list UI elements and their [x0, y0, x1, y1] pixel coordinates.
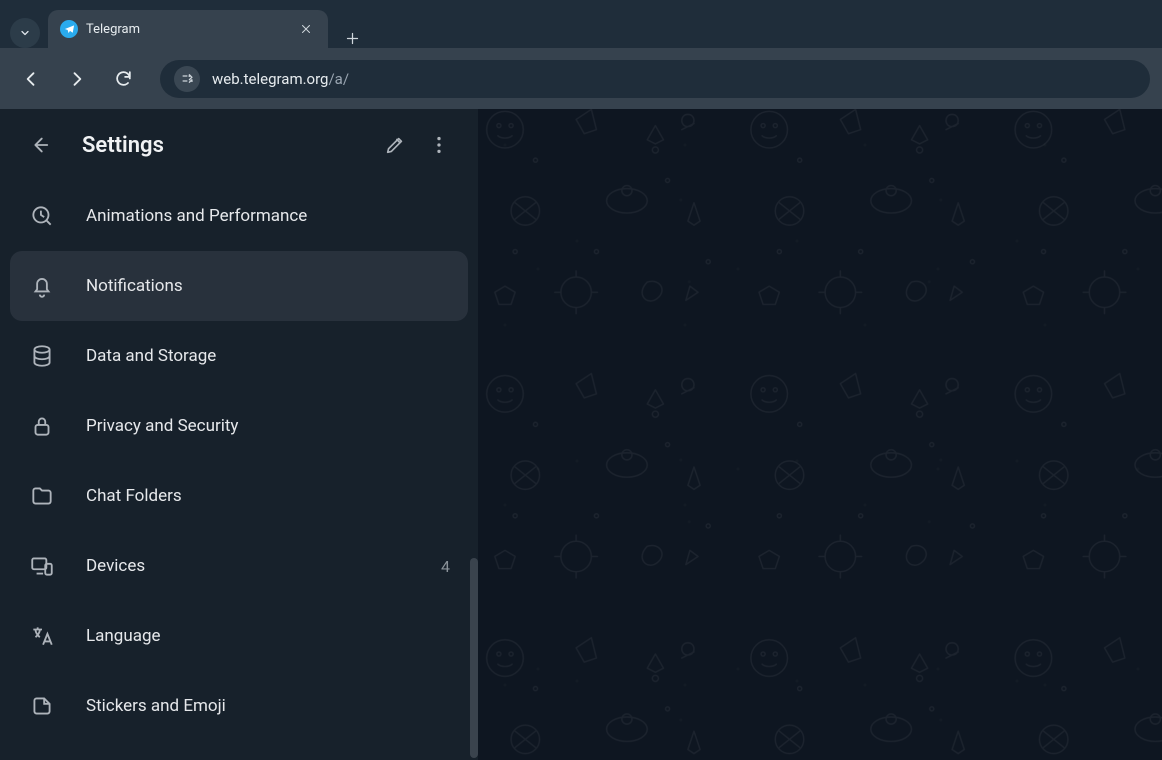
- settings-item-folders[interactable]: Chat Folders: [10, 461, 468, 531]
- chat-background: [478, 109, 1162, 760]
- tab-search-dropdown[interactable]: [10, 18, 40, 48]
- settings-item-language[interactable]: Language: [10, 601, 468, 671]
- devices-count-badge: 4: [441, 557, 450, 576]
- settings-item-label: Devices: [86, 556, 441, 576]
- url-text: web.telegram.org/a/: [212, 70, 349, 88]
- browser-reload-button[interactable]: [104, 60, 142, 98]
- more-button[interactable]: [418, 124, 460, 166]
- settings-item-animations[interactable]: Animations and Performance: [10, 181, 468, 251]
- lock-icon: [28, 413, 56, 439]
- settings-item-label: Notifications: [86, 276, 450, 296]
- tab-close-button[interactable]: [296, 19, 316, 39]
- back-button[interactable]: [18, 124, 60, 166]
- telegram-favicon-icon: [60, 20, 78, 38]
- language-icon: [28, 623, 56, 649]
- settings-item-data-storage[interactable]: Data and Storage: [10, 321, 468, 391]
- edit-button[interactable]: [374, 124, 416, 166]
- settings-sidebar: Settings Animations and Performance: [0, 109, 478, 760]
- settings-list: Animations and Performance Notifications…: [0, 181, 478, 760]
- settings-item-notifications[interactable]: Notifications: [10, 251, 468, 321]
- sticker-icon: [28, 693, 56, 719]
- settings-item-label: Language: [86, 626, 450, 646]
- tab-bar: Telegram: [0, 0, 1162, 48]
- speed-icon: [28, 203, 56, 229]
- browser-tab[interactable]: Telegram: [48, 10, 328, 48]
- browser-forward-button[interactable]: [58, 60, 96, 98]
- settings-item-label: Privacy and Security: [86, 416, 450, 436]
- storage-icon: [28, 343, 56, 369]
- settings-item-label: Animations and Performance: [86, 206, 450, 226]
- bell-icon: [28, 273, 56, 299]
- folder-icon: [28, 483, 56, 509]
- settings-item-label: Data and Storage: [86, 346, 450, 366]
- url-path: /a/: [328, 70, 349, 88]
- new-tab-button[interactable]: [342, 28, 362, 48]
- telegram-app: Settings Animations and Performance: [0, 109, 1162, 760]
- doodle-pattern: [478, 109, 1162, 760]
- settings-item-label: Chat Folders: [86, 486, 450, 506]
- browser-chrome: Telegram web.telegram.org/a/: [0, 0, 1162, 109]
- settings-item-devices[interactable]: Devices 4: [10, 531, 468, 601]
- settings-item-label: Stickers and Emoji: [86, 696, 450, 716]
- devices-icon: [28, 553, 56, 579]
- scrollbar-thumb[interactable]: [470, 558, 478, 758]
- url-input[interactable]: web.telegram.org/a/: [160, 60, 1150, 98]
- settings-item-privacy[interactable]: Privacy and Security: [10, 391, 468, 461]
- tab-title: Telegram: [86, 22, 288, 37]
- sidebar-header: Settings: [0, 109, 478, 181]
- site-controls-icon[interactable]: [174, 66, 200, 92]
- page-title: Settings: [82, 133, 352, 158]
- browser-back-button[interactable]: [12, 60, 50, 98]
- url-host: web.telegram.org: [212, 70, 328, 88]
- url-bar: web.telegram.org/a/: [0, 48, 1162, 109]
- settings-item-stickers[interactable]: Stickers and Emoji: [10, 671, 468, 741]
